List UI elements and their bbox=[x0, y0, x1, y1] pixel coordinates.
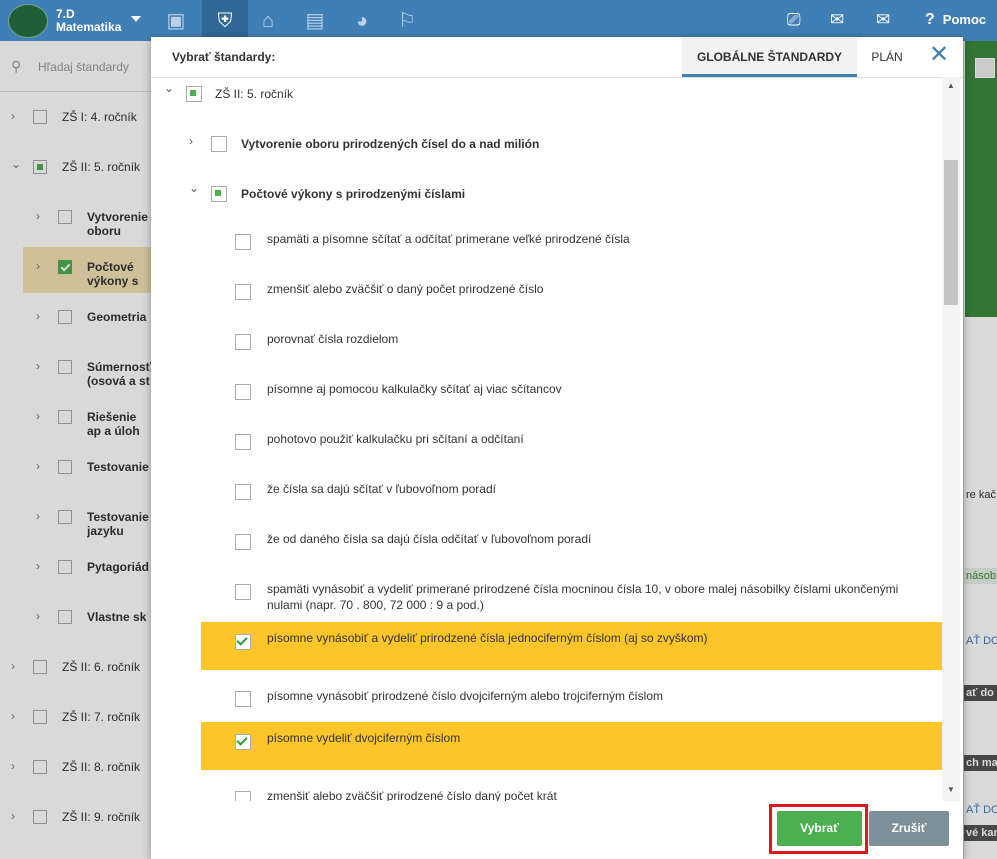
standard-label: že od daného čísla sa dajú čísla odčítať… bbox=[267, 532, 592, 546]
tab-global-standards[interactable]: GLOBÁLNE ŠTANDARDY bbox=[682, 37, 857, 77]
checkbox[interactable] bbox=[235, 334, 251, 350]
question-icon: ? bbox=[925, 11, 935, 28]
standard-label: zmenšiť alebo zväčšiť o daný počet priro… bbox=[267, 282, 544, 296]
subject-name: Matematika bbox=[56, 20, 122, 34]
standard-label: spamäti a písomne sčítať a odčítať prime… bbox=[267, 232, 630, 246]
bar-chart-icon[interactable]: ▤ bbox=[292, 0, 338, 41]
category-label: Počtové výkony s prirodzenými číslami bbox=[241, 187, 466, 201]
standard-row[interactable]: pohotovo použiť kalkulačku pri sčítaní a… bbox=[151, 415, 942, 455]
scroll-up-icon[interactable]: ▲ bbox=[947, 81, 955, 90]
grade-row[interactable]: ⌄ ZŠ II: 5. ročník bbox=[151, 81, 942, 107]
standard-row[interactable]: spamäti vynásobiť a vydeliť primerané pr… bbox=[151, 565, 942, 612]
grade-label: ZŠ II: 5. ročník bbox=[215, 87, 294, 101]
checkbox-checked[interactable] bbox=[235, 634, 251, 650]
checkbox[interactable] bbox=[235, 534, 251, 550]
dialog-footer: Vybrať Zrušiť bbox=[151, 801, 963, 859]
category-row[interactable]: ⌄ Počtové výkony s prirodzenými číslami bbox=[151, 181, 942, 207]
cast-icon[interactable]: ⎚ bbox=[787, 10, 801, 30]
standard-row[interactable]: porovnať čísla rozdielom bbox=[151, 315, 942, 355]
standard-label: písomne vynásobiť a vydeliť prirodzené č… bbox=[267, 631, 708, 645]
class-selector[interactable]: 7.D Matematika bbox=[8, 4, 121, 38]
top-navigation-bar: 7.D Matematika ▣ ⛨ ⌂ ▤ ◕ ⚐ ⎚ ✉ ✉ ? Pomoc bbox=[0, 0, 997, 41]
checkbox-checked[interactable] bbox=[235, 734, 251, 750]
checkbox[interactable] bbox=[211, 136, 227, 152]
standard-label: písomne vydeliť dvojciferným číslom bbox=[267, 731, 461, 745]
checkbox[interactable] bbox=[235, 234, 251, 250]
help-label: Pomoc bbox=[942, 12, 987, 27]
class-logo bbox=[8, 4, 48, 38]
checkbox[interactable] bbox=[235, 384, 251, 400]
standard-row[interactable]: písomne aj pomocou kalkulačky sčítať aj … bbox=[151, 365, 942, 405]
category-label: Vytvorenie oboru prirodzených čísel do a… bbox=[241, 137, 540, 151]
chevron-down-icon[interactable]: ⌄ bbox=[164, 81, 174, 95]
scrollbar-thumb[interactable] bbox=[944, 160, 958, 305]
standard-label: spamäti vynásobiť a vydeliť primerané pr… bbox=[267, 582, 899, 612]
tab-plan[interactable]: PLÁN bbox=[857, 37, 917, 77]
standard-row[interactable]: písomne vynásobiť prirodzené číslo dvojc… bbox=[151, 672, 942, 712]
dialog-title: Vybrať štandardy: bbox=[172, 50, 276, 64]
checkbox[interactable] bbox=[211, 186, 227, 202]
shield-check-icon[interactable]: ⛨ bbox=[202, 0, 248, 41]
cancel-button[interactable]: Zrušiť bbox=[869, 811, 949, 846]
people-walking-icon[interactable]: ⚐ bbox=[384, 0, 430, 41]
checkbox[interactable] bbox=[235, 434, 251, 450]
help-button[interactable]: ? Pomoc bbox=[925, 11, 986, 29]
standard-row[interactable]: že čísla sa dajú sčítať v ľubovoľnom por… bbox=[151, 465, 942, 505]
select-button[interactable]: Vybrať bbox=[777, 811, 862, 846]
checkbox[interactable] bbox=[235, 284, 251, 300]
standard-row[interactable]: spamäti a písomne sčítať a odčítať prime… bbox=[151, 215, 942, 255]
school-icon[interactable]: ⌂ bbox=[245, 0, 291, 41]
checkbox[interactable] bbox=[235, 484, 251, 500]
standard-row[interactable]: zmenšiť alebo zväčšiť o daný počet priro… bbox=[151, 265, 942, 305]
standard-row[interactable]: že od daného čísla sa dajú čísla odčítať… bbox=[151, 515, 942, 555]
checkbox[interactable] bbox=[235, 584, 251, 600]
standard-row[interactable]: písomne vydeliť dvojciferným číslom bbox=[201, 722, 942, 770]
standard-label: porovnať čísla rozdielom bbox=[267, 332, 399, 346]
mail-icon[interactable]: ✉ bbox=[876, 10, 890, 30]
chevron-right-icon[interactable]: › bbox=[189, 134, 193, 148]
standard-row[interactable]: písomne vynásobiť a vydeliť prirodzené č… bbox=[201, 622, 942, 670]
standard-label: písomne vynásobiť prirodzené číslo dvojc… bbox=[267, 689, 663, 703]
chevron-down-icon[interactable]: ⌄ bbox=[189, 181, 199, 195]
standard-label: písomne aj pomocou kalkulačky sčítať aj … bbox=[267, 382, 562, 396]
close-icon[interactable]: ✕ bbox=[929, 43, 949, 67]
checkbox[interactable] bbox=[235, 691, 251, 707]
standard-label: pohotovo použiť kalkulačku pri sčítaní a… bbox=[267, 432, 524, 446]
checkbox[interactable] bbox=[186, 86, 202, 102]
chart-circle-icon[interactable]: ◕ bbox=[339, 0, 385, 41]
select-standards-dialog: Vybrať štandardy: GLOBÁLNE ŠTANDARDY PLÁ… bbox=[151, 37, 963, 859]
category-row[interactable]: › Vytvorenie oboru prirodzených čísel do … bbox=[151, 131, 942, 157]
chevron-down-icon[interactable] bbox=[131, 16, 141, 22]
scroll-down-icon[interactable]: ▼ bbox=[947, 785, 955, 794]
standard-label: že čísla sa dajú sčítať v ľubovoľnom por… bbox=[267, 482, 496, 496]
chat-icon[interactable]: ✉ bbox=[830, 10, 844, 30]
dialog-header: Vybrať štandardy: GLOBÁLNE ŠTANDARDY PLÁ… bbox=[151, 37, 963, 78]
briefcase-icon[interactable]: ▣ bbox=[153, 0, 199, 41]
